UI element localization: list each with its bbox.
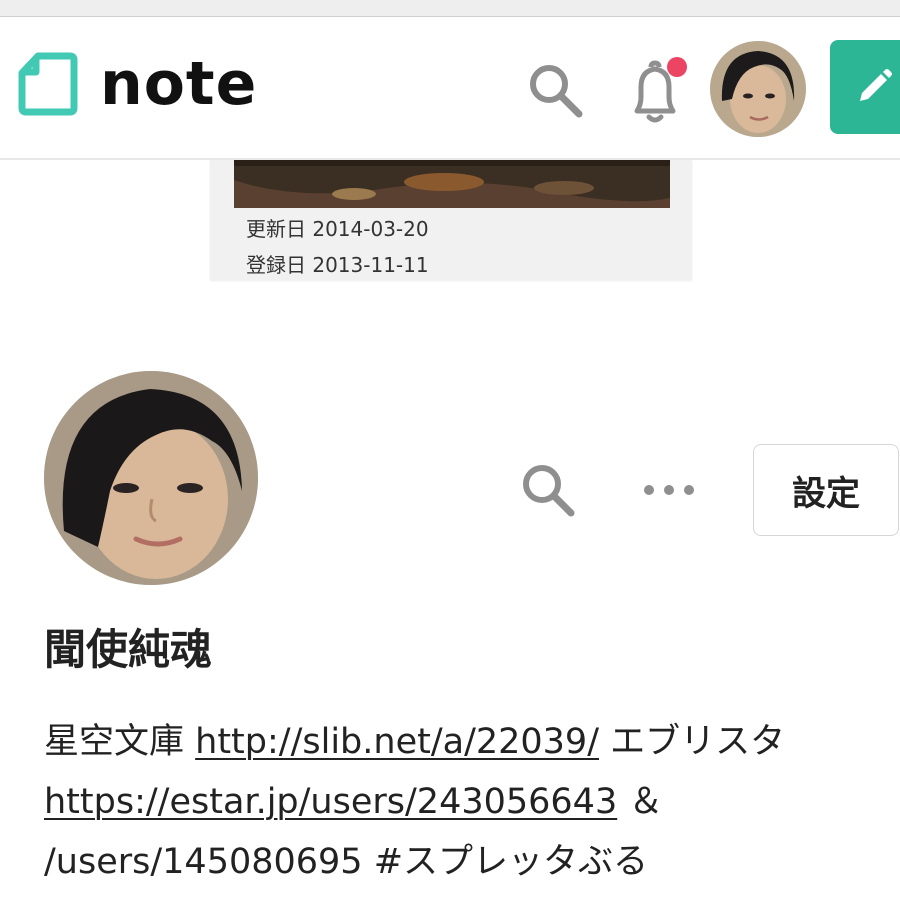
bio-line-1: 星空文庫 http://slib.net/a/22039/ エブリスタ — [44, 712, 900, 772]
bio-line-3: /users/145080695 #スプレッタぶる — [44, 842, 649, 882]
note-logo-icon — [18, 52, 78, 116]
profile-search-button[interactable] — [518, 460, 578, 520]
header-search-button[interactable] — [526, 61, 586, 121]
avatar-image — [710, 41, 806, 137]
profile-avatar — [44, 371, 258, 585]
profile-bio: 星空文庫 http://slib.net/a/22039/ エブリスタ http… — [44, 712, 900, 892]
note-logo[interactable]: note — [18, 51, 257, 117]
more-options-button[interactable] — [642, 476, 696, 504]
search-icon — [530, 65, 583, 118]
pencil-icon — [860, 69, 892, 101]
post-button[interactable] — [830, 40, 900, 134]
bio-prefix: 星空文庫 — [44, 722, 196, 762]
more-dots-icon — [644, 485, 694, 495]
notification-badge — [667, 57, 687, 77]
cover-registered-date: 登録日 2013-11-11 — [246, 253, 429, 277]
bio-ampersand: ＆ — [617, 782, 664, 822]
cover-photo — [234, 160, 670, 208]
bio-link-estar[interactable]: https://estar.jp/users/243056643 — [44, 782, 617, 822]
cover-updated-date: 更新日 2014-03-20 — [246, 217, 429, 241]
logo-text: note — [100, 49, 258, 119]
profile-avatar-image — [44, 371, 258, 585]
site-header: note — [0, 17, 900, 160]
bio-middle: エブリスタ — [599, 722, 786, 762]
cover-card: 更新日 2014-03-20 登録日 2013-11-11 — [210, 160, 692, 280]
profile-name: 聞使純魂 — [44, 625, 213, 674]
search-icon — [523, 465, 575, 517]
bio-link-slib[interactable]: http://slib.net/a/22039/ — [195, 722, 599, 762]
bio-line-2: https://estar.jp/users/243056643 ＆ — [44, 772, 900, 832]
browser-top-strip — [0, 0, 900, 17]
user-avatar-button[interactable] — [710, 41, 806, 137]
notification-button[interactable] — [623, 55, 689, 127]
settings-button[interactable]: 設定 — [753, 444, 899, 536]
